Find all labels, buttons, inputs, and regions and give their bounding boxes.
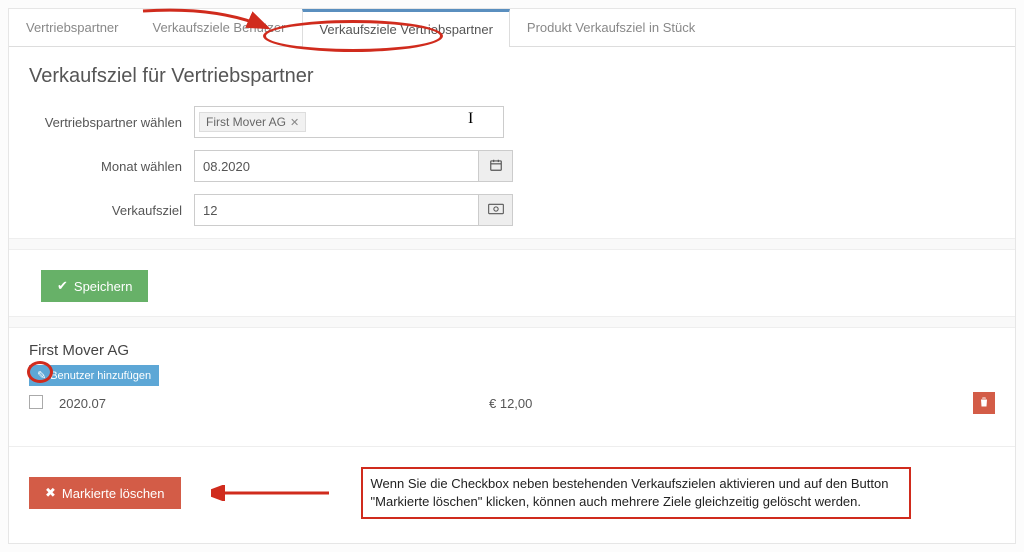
- page-title: Verkaufsziel für Vertriebspartner: [29, 65, 995, 88]
- currency-addon: [479, 194, 513, 226]
- add-user-button[interactable]: ✎ Benutzer hinzufügen: [29, 365, 159, 386]
- add-user-button-label: Benutzer hinzufügen: [50, 370, 151, 382]
- calendar-addon[interactable]: [479, 150, 513, 182]
- annotation-text-box: Wenn Sie die Checkbox neben bestehenden …: [361, 467, 911, 519]
- partner-label: Vertriebspartner wählen: [29, 115, 194, 130]
- tabs-bar: Vertriebspartner Verkaufsziele Benutzer …: [9, 9, 1015, 47]
- tab-verkaufsziele-vertriebspartner[interactable]: Verkaufsziele Vertriebspartner: [302, 9, 509, 47]
- calendar-icon: [489, 158, 503, 175]
- goal-input[interactable]: [194, 194, 479, 226]
- month-input[interactable]: [194, 150, 479, 182]
- tab-produkt-verkaufsziel[interactable]: Produkt Verkaufsziel in Stück: [510, 9, 712, 46]
- goal-label: Verkaufsziel: [29, 203, 194, 218]
- money-icon: [488, 202, 504, 218]
- save-button[interactable]: ✔ Speichern: [41, 270, 148, 302]
- remove-tag-icon[interactable]: ✕: [290, 116, 299, 129]
- check-icon: ✔: [57, 278, 68, 294]
- partner-tag-input[interactable]: First Mover AG ✕: [194, 106, 504, 138]
- save-button-label: Speichern: [74, 279, 133, 294]
- close-icon: ✖: [45, 485, 56, 501]
- tab-verkaufsziele-benutzer[interactable]: Verkaufsziele Benutzer: [136, 9, 303, 46]
- partner-name-heading: First Mover AG: [29, 342, 995, 359]
- edit-icon: ✎: [37, 369, 46, 382]
- partner-tag-text: First Mover AG: [206, 115, 286, 129]
- row-date: 2020.07: [59, 396, 489, 411]
- delete-marked-button[interactable]: ✖ Markierte löschen: [29, 477, 181, 509]
- row-amount: € 12,00: [489, 396, 955, 411]
- goal-row: 2020.07 € 12,00: [29, 386, 995, 420]
- row-delete-button[interactable]: [973, 392, 995, 414]
- delete-marked-button-label: Markierte löschen: [62, 486, 165, 501]
- tab-vertriebspartner[interactable]: Vertriebspartner: [9, 9, 136, 46]
- month-label: Monat wählen: [29, 159, 194, 174]
- partner-tag[interactable]: First Mover AG ✕: [199, 112, 306, 132]
- trash-icon: [978, 396, 990, 411]
- row-checkbox[interactable]: [29, 395, 43, 409]
- annotation-arrow-footer: [211, 485, 331, 501]
- text-cursor-icon: I: [468, 110, 473, 128]
